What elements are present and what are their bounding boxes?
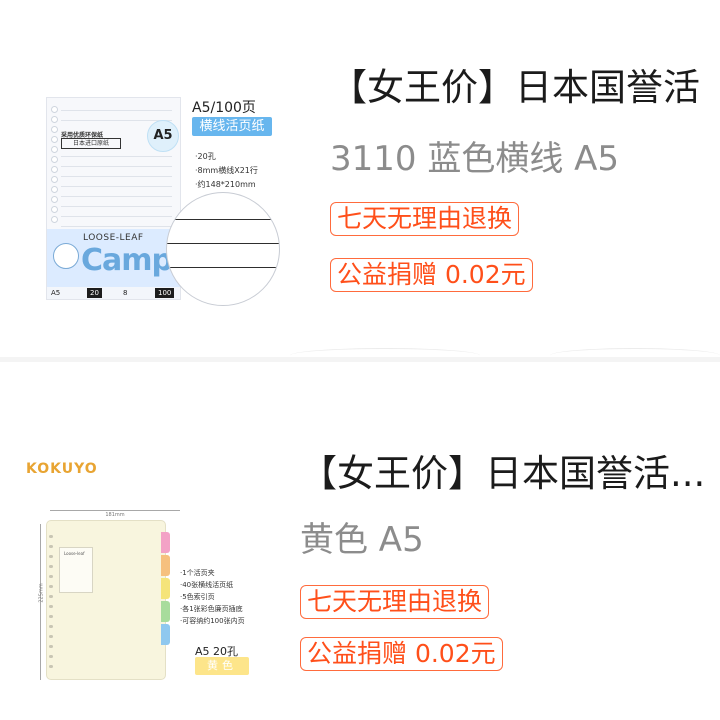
spec-strip: A5 20 8 100 [47,287,180,299]
charity-tag: 公益捐赠 0.02元 [330,258,533,292]
index-tab [161,532,170,553]
height-dimension: 225mm [38,583,45,603]
strip-lines: 8 [123,289,128,297]
return-policy-tag: 七天无理由退换 [330,202,520,236]
product-card[interactable]: 采用优质环保纸 日本进口原纸 A5 LOOSE-LEAF Campu A5 20… [0,0,720,357]
index-tab [161,555,170,576]
return-policy-tag: 七天无理由退换 [300,585,490,619]
divider-arc [290,348,480,357]
product-card[interactable]: KOKUYO 181mm 225mm Loose-leaf ·1个活页夹 ·40… [0,362,720,720]
divider-arc [550,348,720,357]
import-box: 日本进口原纸 [61,138,121,149]
product-variant: 黄色 A5 [300,520,424,560]
badge-icon [53,243,79,269]
product-image[interactable]: 采用优质环保纸 日本进口原纸 A5 LOOSE-LEAF Campu A5 20… [46,97,282,306]
zoom-detail [166,192,280,306]
cover-label: Loose-leaf [59,547,93,593]
index-tab [161,601,170,622]
color-label: 黄色 [195,657,249,675]
product-variant: 3110 蓝色横线 A5 [330,139,620,179]
feature-line: ·40张横线活页纸 [180,581,234,589]
spec-pill: 横线活页纸 [192,117,272,136]
cover-text: Loose-leaf [64,551,85,556]
index-tab [161,624,170,645]
spec-line: ·20孔 [195,152,216,161]
brand-logo: KOKUYO [26,461,98,477]
a5-circle: A5 [147,120,179,152]
width-dimension: 181mm [50,510,180,519]
charity-tag: 公益捐赠 0.02元 [300,637,503,671]
spec-line: ·8mm横线X21行 [195,166,258,175]
binder: Loose-leaf [46,520,166,680]
strip-a5: A5 [51,289,61,297]
index-tab [161,578,170,599]
product-image[interactable]: 181mm 225mm Loose-leaf ·1个活页夹 ·40张横线活页纸 … [38,510,280,690]
feature-line: ·可容纳约100张内页 [180,617,245,625]
product-title[interactable]: 【女王价】日本国誉活 [330,65,720,111]
spec-title: A5/100页 [192,100,256,116]
feature-line: ·各1张彩色廉页插底 [180,605,243,613]
product-title[interactable]: 【女王价】日本国誉活... [300,451,714,497]
feature-line: ·5色索引页 [180,593,215,601]
strip-holes: 20 [87,288,102,298]
loose-leaf-sheet: 采用优质环保纸 日本进口原纸 A5 LOOSE-LEAF Campu A5 20… [46,97,181,300]
spec-line: ·约148*210mm [195,180,256,189]
feature-line: ·1个活页夹 [180,569,215,577]
strip-pages: 100 [155,288,175,298]
loose-leaf-label: LOOSE-LEAF [83,233,144,243]
